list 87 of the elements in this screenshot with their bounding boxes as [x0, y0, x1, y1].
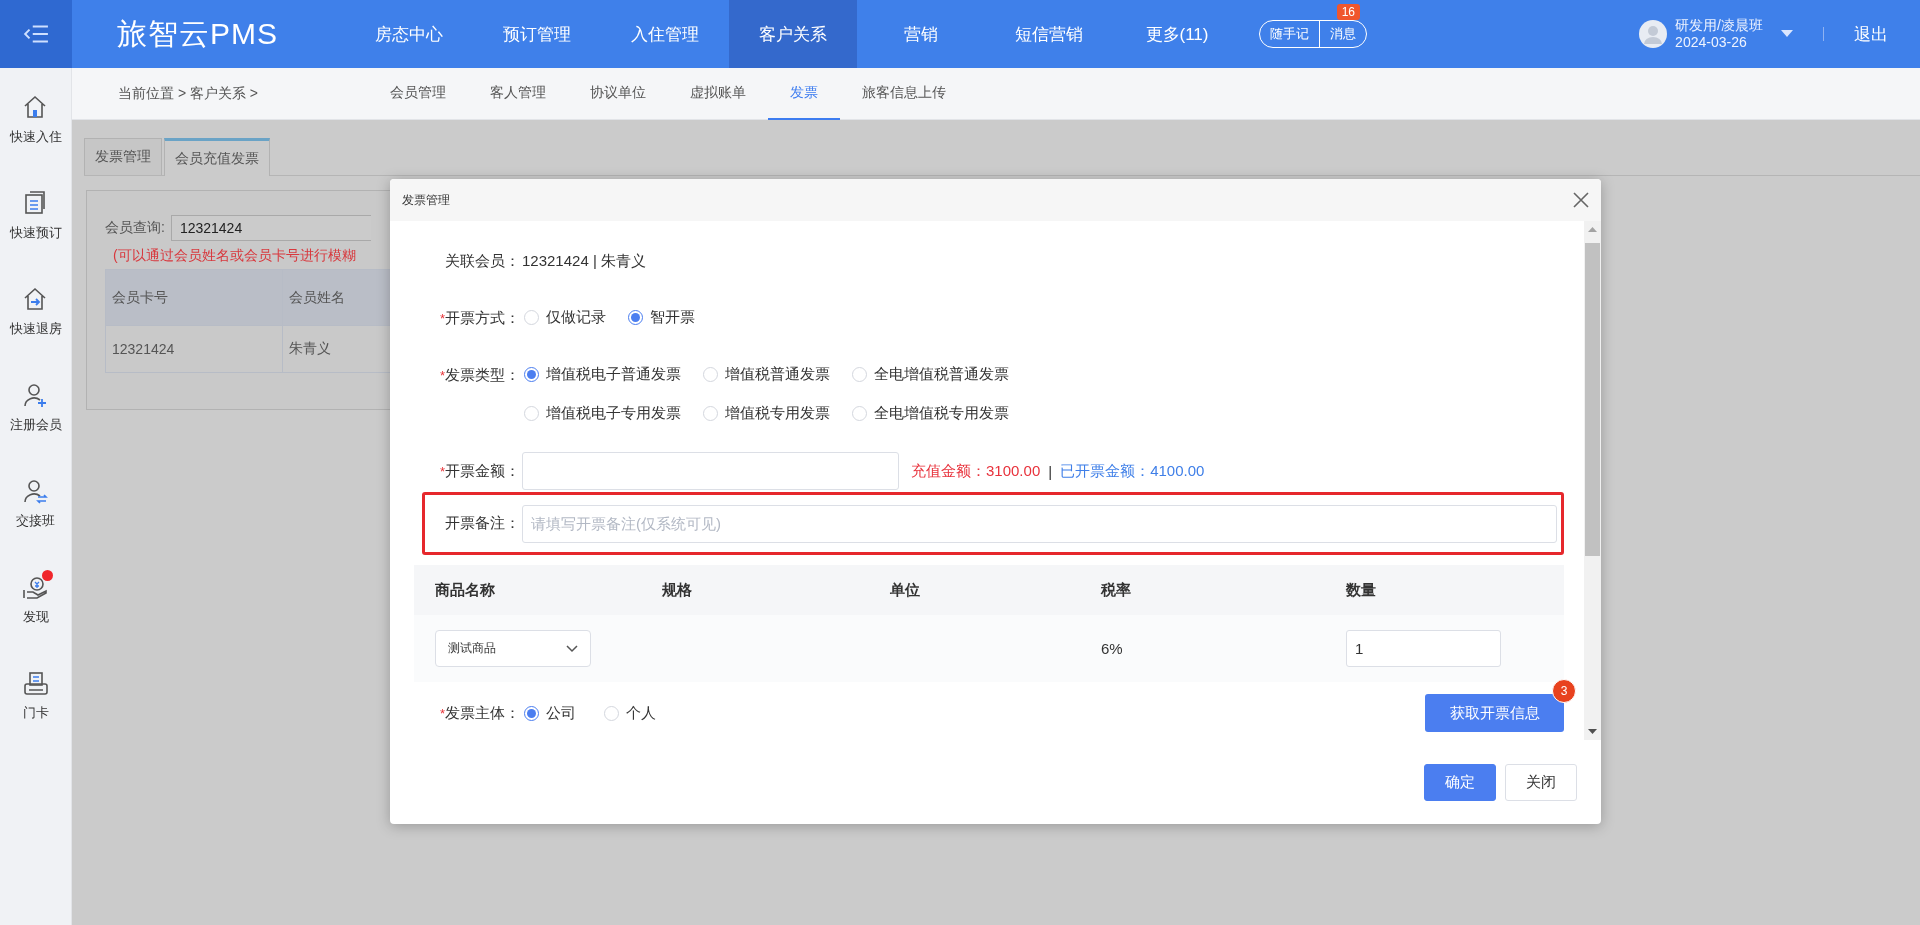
- count-badge: 16: [1336, 4, 1360, 20]
- nav-tab[interactable]: 入住管理: [601, 0, 729, 68]
- hint-text: (可以通过会员姓名或会员卡号进行模糊: [113, 247, 357, 265]
- nav-tab[interactable]: 客户关系: [729, 0, 857, 68]
- field-label: 发票类型：: [445, 365, 520, 385]
- member-value: 12321424 | 朱青义: [522, 251, 646, 271]
- user-name: 研发用/凌晨班: [1675, 17, 1763, 34]
- user-swap-icon: [21, 478, 50, 506]
- printer-icon: [21, 670, 50, 698]
- table-cell: 12321424: [105, 325, 283, 373]
- close-icon: [1573, 192, 1589, 208]
- caret-icon[interactable]: [1781, 30, 1793, 38]
- nav-tab[interactable]: 短信营销: [985, 0, 1113, 68]
- page-tab[interactable]: 会员充值发票: [164, 138, 270, 176]
- sub-nav-tab[interactable]: 客人管理: [468, 67, 568, 120]
- fetch-info-button[interactable]: 获取开票信息: [1425, 694, 1564, 732]
- radio-option[interactable]: 个人: [604, 703, 656, 723]
- sidebar-item[interactable]: 发现: [0, 560, 71, 656]
- nav-tab[interactable]: 营销: [857, 0, 985, 68]
- close-dialog-button[interactable]: 关闭: [1505, 764, 1577, 801]
- menu-icon: [23, 23, 49, 45]
- sub-nav-tab[interactable]: 会员管理: [368, 67, 468, 120]
- field-label: 会员查询:: [105, 219, 165, 237]
- sidebar-item[interactable]: 快速入住: [0, 80, 71, 176]
- column-header: 商品名称: [435, 580, 495, 600]
- invoiced-amount: 已开票金额：4100.00: [1060, 461, 1205, 481]
- radio-option[interactable]: 增值税专用发票: [703, 404, 830, 423]
- column-header: 数量: [1346, 580, 1376, 600]
- date-text: 2024-03-26: [1675, 34, 1748, 51]
- nav-tab[interactable]: 更多(11): [1113, 0, 1241, 68]
- radio-option[interactable]: 全电增值税专用发票: [852, 404, 1009, 423]
- sidebar-item[interactable]: 快速预订: [0, 176, 71, 272]
- field-label: 发票主体：: [445, 703, 520, 723]
- required-mark: *: [439, 463, 445, 479]
- radio-option[interactable]: 全电增值税普通发票: [852, 365, 1009, 384]
- nav-tab[interactable]: 房态中心: [345, 0, 473, 68]
- sub-nav-tab[interactable]: 虚拟账单: [668, 67, 768, 120]
- close-button[interactable]: [1573, 192, 1589, 208]
- breadcrumb: 当前位置 > 客户关系 >: [118, 84, 260, 103]
- avatar-icon: [1639, 20, 1668, 48]
- sub-nav-tab[interactable]: 发票: [768, 67, 840, 120]
- logout-link[interactable]: 退出: [1854, 22, 1888, 46]
- dialog-title: 发票管理: [402, 191, 450, 209]
- radio-option[interactable]: 公司: [524, 703, 576, 723]
- quantity-field[interactable]: 1: [1346, 630, 1501, 667]
- field-label: 开票方式：: [445, 308, 520, 328]
- radio-option[interactable]: 增值税电子普通发票: [524, 365, 681, 384]
- amount-field[interactable]: [522, 452, 899, 490]
- app-logo: 旅智云PMS: [117, 15, 279, 52]
- product-select[interactable]: 测试商品: [435, 630, 591, 667]
- page-tab[interactable]: 发票管理: [84, 138, 162, 175]
- column-header: 单位: [890, 580, 920, 600]
- field-label: 关联会员：: [445, 251, 520, 271]
- column-header: 税率: [1101, 580, 1131, 600]
- confirm-button[interactable]: 确定: [1424, 764, 1496, 801]
- recharge-amount: 充值金额：3100.00: [911, 461, 1041, 481]
- quick-button[interactable]: 随手记: [1260, 21, 1319, 47]
- menu-button[interactable]: [0, 0, 72, 68]
- chevron-down-icon: [566, 644, 578, 653]
- count-badge: 3: [1552, 679, 1576, 703]
- column-header: 规格: [662, 580, 692, 600]
- sidebar-item[interactable]: 快速退房: [0, 272, 71, 368]
- separator-text: |: [1048, 462, 1053, 480]
- radio-button[interactable]: [524, 705, 539, 721]
- field-label: 开票备注：: [445, 514, 520, 533]
- sidebar-item[interactable]: 交接班: [0, 464, 71, 560]
- table-cell: 6%: [1101, 640, 1123, 657]
- required-mark: *: [439, 310, 445, 326]
- sidebar-item[interactable]: 门卡: [0, 656, 71, 752]
- sidebar-item[interactable]: 注册会员: [0, 368, 71, 464]
- column-header: 会员卡号: [105, 269, 283, 326]
- radio-option[interactable]: 智开票: [628, 308, 695, 327]
- sub-nav-tab[interactable]: 协议单位: [568, 67, 668, 120]
- radio-button[interactable]: [524, 367, 539, 382]
- search-field[interactable]: 12321424: [170, 215, 371, 241]
- nav-tab[interactable]: 预订管理: [473, 0, 601, 68]
- required-mark: *: [439, 705, 445, 721]
- radio-button[interactable]: [628, 310, 643, 325]
- radio-option[interactable]: 增值税普通发票: [703, 365, 830, 384]
- remark-field[interactable]: 请填写开票备注(仅系统可见): [522, 504, 1557, 543]
- radio-option[interactable]: 仅做记录: [524, 308, 606, 327]
- required-mark: *: [439, 367, 445, 383]
- scrollbar[interactable]: [1584, 221, 1601, 740]
- hand-coin-icon: [21, 574, 50, 602]
- field-label: 开票金额：: [445, 461, 520, 481]
- sub-nav-tab[interactable]: 旅客信息上传: [840, 67, 968, 120]
- radio-option[interactable]: 增值税电子专用发票: [524, 404, 681, 423]
